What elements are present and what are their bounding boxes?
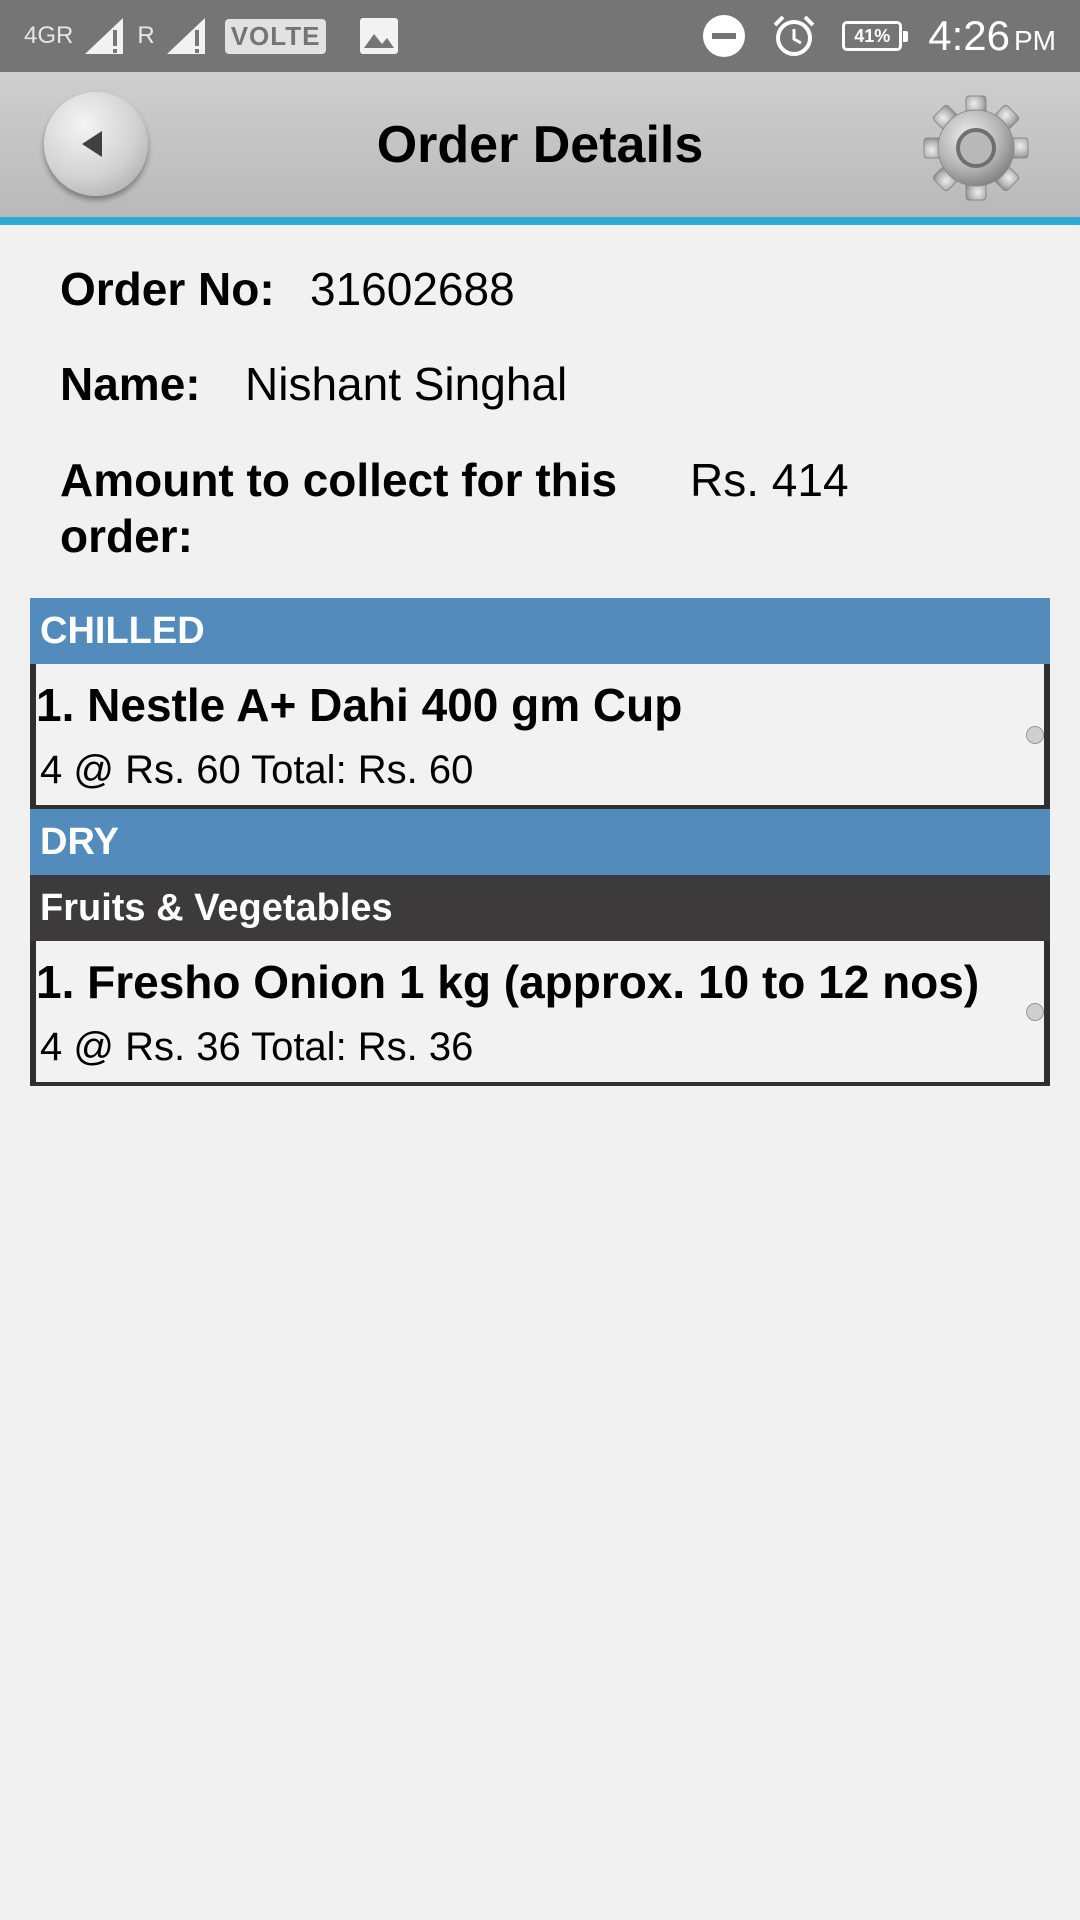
amount-label-line2: order: (60, 510, 193, 562)
status-bar-left: 4GR R VOLTE (24, 0, 400, 72)
item-name: 1. Nestle A+ Dahi 400 gm Cup (36, 679, 683, 731)
back-arrow-icon (82, 131, 102, 157)
section-header-chilled: CHILLED (30, 598, 1050, 664)
order-number-row: Order No: 31602688 (60, 262, 515, 316)
list-item[interactable]: 1. Fresho Onion 1 kg (approx. 10 to 12 n… (30, 941, 1050, 1086)
order-number-value: 31602688 (310, 263, 515, 315)
network-label-1: 4GR (24, 22, 74, 49)
order-items-list: CHILLED 1. Nestle A+ Dahi 400 gm Cup 4 @… (30, 598, 1050, 1086)
amount-label-line1: Amount to collect for this (60, 454, 618, 506)
item-name: 1. Fresho Onion 1 kg (approx. 10 to 12 n… (36, 956, 980, 1008)
dnd-icon (703, 15, 746, 57)
status-clock: 4:26 PM (928, 12, 1056, 60)
alarm-icon (773, 15, 815, 56)
header-accent-line (0, 217, 1080, 225)
battery-icon: 41% (842, 21, 909, 51)
page-title: Order Details (376, 115, 704, 174)
item-detail: 4 @ Rs. 36 Total: Rs. 36 (40, 1025, 474, 1069)
signal-icon-2 (166, 18, 205, 54)
row-indicator-icon (1026, 726, 1044, 744)
list-item[interactable]: 1. Nestle A+ Dahi 400 gm Cup 4 @ Rs. 60 … (30, 664, 1050, 809)
clock-ampm: PM (1014, 25, 1056, 56)
image-icon (360, 18, 399, 54)
back-button[interactable] (44, 92, 148, 196)
order-number-label: Order No: (60, 263, 275, 315)
status-bar-right: 41% 4:26 PM (702, 0, 1056, 72)
volte-badge: VOLTE (224, 18, 327, 54)
app-header: Order Details (0, 72, 1080, 217)
amount-value: Rs. 414 (690, 454, 849, 506)
customer-name-label: Name: (60, 358, 201, 410)
status-bar: 4GR R VOLTE 41% 4:26 PM (0, 0, 1080, 72)
customer-name-value: Nishant Singhal (245, 358, 568, 410)
section-header-dry: DRY (30, 809, 1050, 875)
gear-icon[interactable] (920, 92, 1032, 204)
customer-name-row: Name: Nishant Singhal (60, 357, 567, 411)
amount-label: Amount to collect for this order: (60, 452, 660, 564)
subsection-header-fruits-vegetables: Fruits & Vegetables (30, 875, 1050, 941)
item-detail: 4 @ Rs. 60 Total: Rs. 60 (40, 748, 474, 792)
amount-row: Amount to collect for this order: Rs. 41… (60, 452, 1020, 564)
clock-time: 4:26 (928, 12, 1010, 59)
signal-icon (85, 18, 124, 54)
network-label-2: R (137, 22, 155, 49)
row-indicator-icon (1026, 1003, 1044, 1021)
